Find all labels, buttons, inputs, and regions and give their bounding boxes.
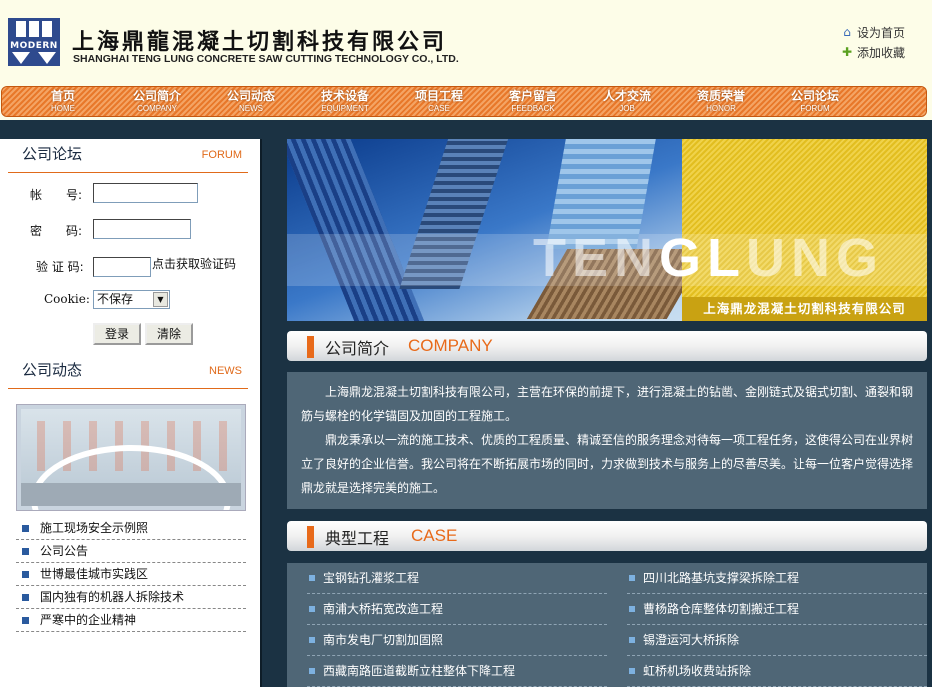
nav-equipment[interactable]: 技术设备 EQUIPMENT: [298, 87, 392, 116]
nav-home[interactable]: 首页 HOME: [16, 87, 110, 116]
bullet-icon: [22, 617, 29, 624]
list-item[interactable]: 严寒中的企业精神: [16, 609, 246, 632]
main-nav: 首页 HOME 公司简介 COMPANY 公司动态 NEWS 技术设备 EQUIPMEN…: [1, 86, 927, 117]
nav-honor[interactable]: 资质荣誉 HONOR: [674, 87, 768, 116]
account-label: 帐 号:: [30, 188, 83, 202]
header-links: ⌂ 设为首页 ✚ 添加收藏: [840, 22, 905, 62]
account-input[interactable]: [93, 183, 198, 203]
bullet-icon: [309, 668, 315, 674]
list-item[interactable]: 曹杨路仓库整体切割搬迁工程: [627, 594, 927, 625]
news-list: 施工现场安全示例照 公司公告 世博最佳城市实践区 国内独有的机器人拆除技术 严寒…: [16, 517, 246, 632]
captcha-label: 验 证 码:: [36, 260, 84, 274]
site-header: MODERN 上海鼎龍混凝土切割科技有限公司 SHANGHAI TENG LUN…: [0, 0, 932, 86]
nav-case[interactable]: 项目工程 CASE: [392, 87, 486, 116]
case-title-en: CASE: [411, 526, 458, 545]
set-homepage-link[interactable]: ⌂ 设为首页: [840, 22, 905, 42]
list-item[interactable]: 四川北路基坑支撑梁拆除工程: [627, 563, 927, 594]
bullet-icon: [309, 606, 315, 612]
news-title-en: NEWS: [209, 365, 242, 377]
list-item[interactable]: 世博最佳城市实践区: [16, 563, 246, 586]
banner-text: TENGLUNG: [533, 228, 884, 288]
home-icon: ⌂: [843, 25, 851, 39]
form-buttons: 登录 清除: [0, 323, 262, 347]
list-item[interactable]: 虹桥机场收费站拆除: [627, 656, 927, 687]
chevron-down-icon: ▼: [153, 292, 168, 307]
bullet-icon: [22, 571, 29, 578]
captcha-input[interactable]: [93, 257, 151, 277]
list-item[interactable]: 南浦大桥拓宽改造工程: [307, 594, 607, 625]
password-row: 密 码:: [0, 219, 262, 243]
bullet-icon: [309, 575, 315, 581]
nav-company[interactable]: 公司简介 COMPANY: [110, 87, 204, 116]
list-item[interactable]: 国内独有的机器人拆除技术: [16, 586, 246, 609]
bullet-icon: [629, 606, 635, 612]
nav-job[interactable]: 人才交流 JOB: [580, 87, 674, 116]
bullet-icon: [309, 637, 315, 643]
nav-news[interactable]: 公司动态 NEWS: [204, 87, 298, 116]
list-item[interactable]: 公司公告: [16, 540, 246, 563]
forum-header: 公司论坛 FORUM: [8, 139, 248, 173]
bullet-icon: [629, 668, 635, 674]
intro-paragraph: 鼎龙秉承以一流的施工技术、优质的工程质量、精诚至信的服务理念对待每一项工程任务，…: [301, 433, 914, 495]
cookie-label: Cookie:: [44, 292, 90, 306]
bullet-icon: [22, 525, 29, 532]
company-intro: 上海鼎龙混凝土切割科技有限公司，主营在环保的前提下，进行混凝土的钻凿、金刚链式及…: [287, 372, 927, 509]
account-row: 帐 号:: [0, 183, 262, 207]
captcha-row: 验 证 码: 点击获取验证码: [0, 255, 262, 279]
list-item[interactable]: 锡澄运河大桥拆除: [627, 625, 927, 656]
forum-title-en: FORUM: [201, 149, 242, 161]
banner-caption: 上海鼎龙混凝土切割科技有限公司: [682, 297, 927, 321]
main-content: TENGLUNG 上海鼎龙混凝土切割科技有限公司 公司简介 COMPANY 上海…: [264, 139, 932, 687]
get-captcha-link[interactable]: 点击获取验证码: [152, 255, 236, 272]
nav-forum[interactable]: 公司论坛 FORUM: [768, 87, 862, 116]
company-title-en: COMPANY: [408, 336, 493, 355]
company-section-header: 公司简介 COMPANY: [287, 331, 927, 361]
company-title: 公司简介: [325, 339, 390, 358]
password-input[interactable]: [93, 219, 191, 239]
logo-text: MODERN: [8, 40, 60, 52]
news-header: 公司动态 NEWS: [8, 355, 248, 389]
list-item[interactable]: 南市发电厂切割加固照: [307, 625, 607, 656]
company-logo[interactable]: MODERN: [8, 18, 60, 66]
clear-button[interactable]: 清除: [145, 323, 193, 345]
news-title: 公司动态: [22, 361, 83, 379]
list-item[interactable]: 宝钢钻孔灌浆工程: [307, 563, 607, 594]
left-sidebar: 公司论坛 FORUM 帐 号: 密 码: 验 证 码: 点击获取验证码 Cook…: [0, 139, 262, 687]
bullet-icon: [629, 637, 635, 643]
bullet-icon: [629, 575, 635, 581]
case-section-header: 典型工程 CASE: [287, 521, 927, 551]
bookmark-icon: ✚: [841, 45, 853, 59]
case-list: 宝钢钻孔灌浆工程 四川北路基坑支撑梁拆除工程 南浦大桥拓宽改造工程 曹杨路仓库整…: [287, 563, 927, 687]
bullet-icon: [22, 594, 29, 601]
banner-image: TENGLUNG 上海鼎龙混凝土切割科技有限公司: [287, 139, 927, 321]
login-button[interactable]: 登录: [93, 323, 141, 345]
news-photo[interactable]: [16, 404, 246, 511]
list-item[interactable]: 施工现场安全示例照: [16, 517, 246, 540]
add-bookmark-link[interactable]: ✚ 添加收藏: [840, 42, 905, 62]
forum-title: 公司论坛: [22, 145, 83, 163]
intro-paragraph: 上海鼎龙混凝土切割科技有限公司，主营在环保的前提下，进行混凝土的钻凿、金刚链式及…: [301, 385, 914, 423]
list-item[interactable]: 西藏南路匝道截断立柱整体下降工程: [307, 656, 607, 687]
case-title: 典型工程: [325, 529, 390, 548]
bullet-icon: [22, 548, 29, 555]
cookie-row: Cookie: 不保存 ▼: [0, 290, 262, 314]
password-label: 密 码:: [30, 224, 83, 238]
cookie-select[interactable]: 不保存 ▼: [93, 290, 170, 309]
company-name-cn: 上海鼎龍混凝土切割科技有限公司: [72, 29, 448, 55]
company-name-en: SHANGHAI TENG LUNG CONCRETE SAW CUTTING …: [73, 53, 459, 65]
nav-feedback[interactable]: 客户留言 FEEDBACK: [486, 87, 580, 116]
